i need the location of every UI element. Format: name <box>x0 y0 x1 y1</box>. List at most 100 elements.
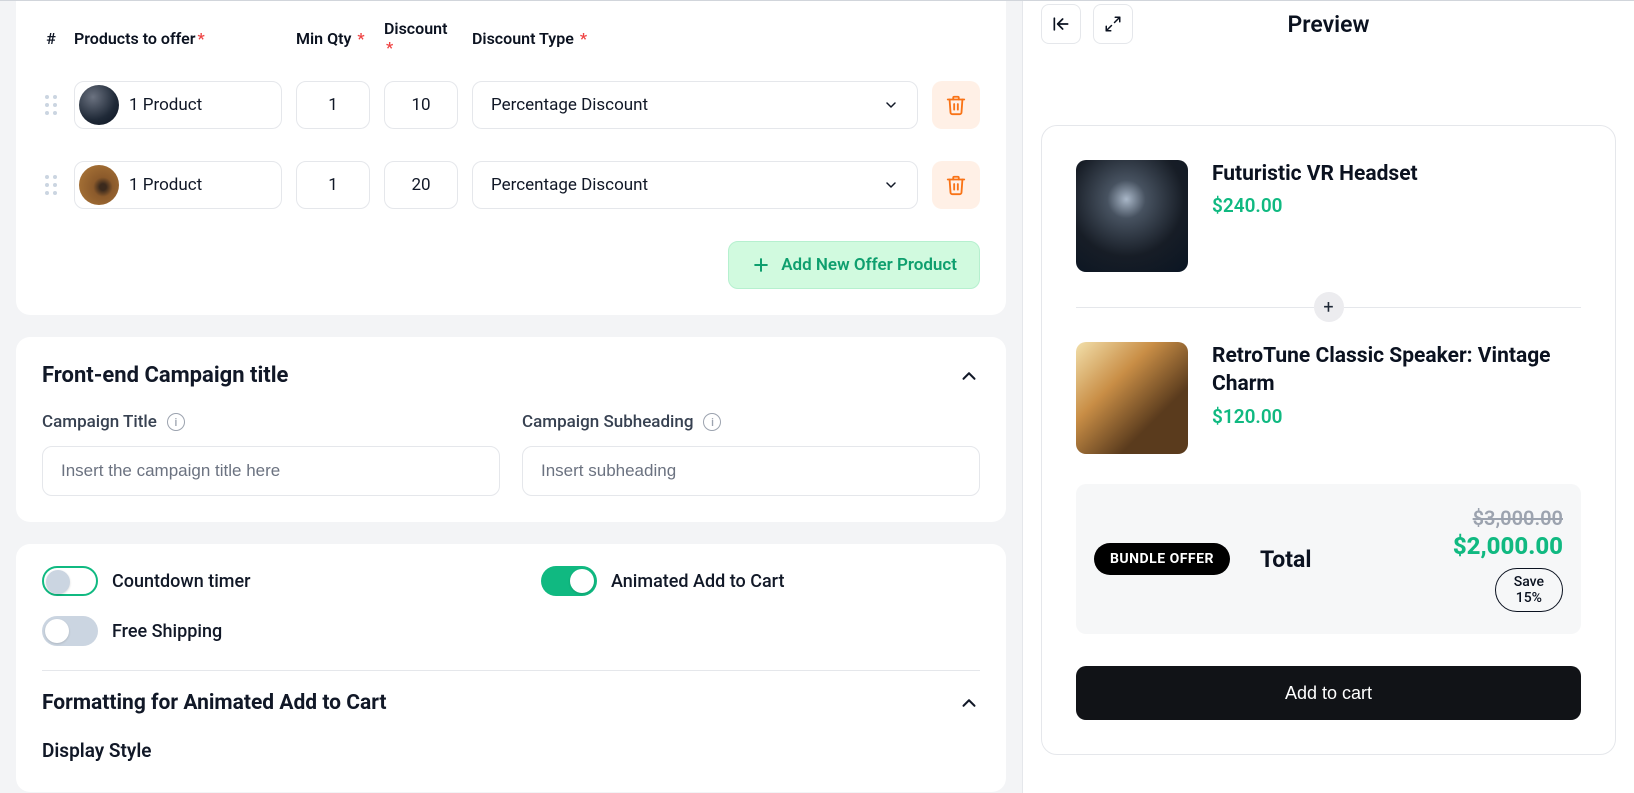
discount-value: 20 <box>411 175 430 195</box>
delete-row-button[interactable] <box>932 81 980 129</box>
col-discount: Discount * <box>384 19 458 57</box>
discount-input[interactable]: 10 <box>384 81 458 129</box>
drag-handle-icon[interactable] <box>42 173 60 197</box>
product-select[interactable]: 1 Product <box>74 161 282 209</box>
col-type-label: Discount Type <box>472 29 574 48</box>
minqty-value: 1 <box>328 175 338 195</box>
discount-input[interactable]: 20 <box>384 161 458 209</box>
divider <box>42 670 980 671</box>
trash-icon <box>945 174 967 196</box>
col-products-label: Products to offer <box>74 29 196 48</box>
product-count-label: 1 Product <box>129 175 202 195</box>
info-icon[interactable]: i <box>703 413 721 431</box>
preview-item: Futuristic VR Headset $240.00 <box>1076 160 1581 272</box>
discount-type-label: Percentage Discount <box>491 95 648 115</box>
format-section-header[interactable]: Formatting for Animated Add to Cart <box>42 677 980 723</box>
add-new-product-label: Add New Offer Product <box>781 255 957 275</box>
campaign-sub-input[interactable] <box>522 446 980 496</box>
col-hash: # <box>42 29 60 48</box>
old-price: $3,000.00 <box>1453 506 1563 530</box>
campaign-card: Front-end Campaign title Campaign Title … <box>16 337 1006 522</box>
main-column: # Products to offer* Min Qty * Discount … <box>0 1 1022 793</box>
animated-label: Animated Add to Cart <box>611 571 784 592</box>
delete-row-button[interactable] <box>932 161 980 209</box>
save-pct: 15% <box>1516 590 1542 606</box>
preview-item-title: Futuristic VR Headset <box>1212 160 1418 188</box>
plus-icon: + <box>1314 292 1344 322</box>
preview-column: Preview Futuristic VR Headset $240.00 + … <box>1022 1 1634 793</box>
product-row: 1 Product 1 20 Percentage Discount <box>42 145 980 225</box>
product-select[interactable]: 1 Product <box>74 81 282 129</box>
fullscreen-button[interactable] <box>1093 4 1133 44</box>
required-star: * <box>580 29 587 48</box>
preview-item: RetroTune Classic Speaker: Vintage Charm… <box>1076 342 1581 454</box>
campaign-title-field: Campaign Title i <box>42 412 500 496</box>
preview-item-image <box>1076 342 1188 454</box>
format-section-title: Formatting for Animated Add to Cart <box>42 691 387 715</box>
required-star: * <box>386 38 393 57</box>
animated-toggle[interactable] <box>541 566 597 596</box>
col-discount-label: Discount <box>384 19 447 38</box>
freeship-toggle[interactable] <box>42 616 98 646</box>
bundle-badge: BUNDLE OFFER <box>1094 543 1230 575</box>
required-star: * <box>357 29 364 48</box>
preview-item-image <box>1076 160 1188 272</box>
save-badge: Save 15% <box>1495 568 1563 612</box>
discount-value: 10 <box>411 95 430 115</box>
product-row: 1 Product 1 10 Percentage Discount <box>42 65 980 145</box>
expand-icon <box>1104 15 1122 33</box>
col-minqty: Min Qty * <box>296 29 370 48</box>
collapse-button[interactable] <box>1041 4 1081 44</box>
col-products: Products to offer* <box>74 29 282 48</box>
discount-type-select[interactable]: Percentage Discount <box>472 81 918 129</box>
products-card: # Products to offer* Min Qty * Discount … <box>16 1 1006 315</box>
chevron-down-icon <box>883 177 899 193</box>
minqty-value: 1 <box>328 95 338 115</box>
preview-item-price: $120.00 <box>1212 405 1581 428</box>
chevron-down-icon <box>883 97 899 113</box>
discount-type-label: Percentage Discount <box>491 175 648 195</box>
total-label: Total <box>1260 546 1311 573</box>
campaign-section-title: Front-end Campaign title <box>42 363 288 388</box>
display-style-title: Display Style <box>42 723 980 766</box>
campaign-title-label: Campaign Title <box>42 412 157 432</box>
campaign-sub-field: Campaign Subheading i <box>522 412 980 496</box>
preview-item-price: $240.00 <box>1212 194 1418 217</box>
countdown-timer-option: Countdown timer <box>42 566 481 596</box>
plus-icon <box>751 255 771 275</box>
trash-icon <box>945 94 967 116</box>
chevron-up-icon <box>958 365 980 387</box>
product-count-label: 1 Product <box>129 95 202 115</box>
add-new-product-button[interactable]: Add New Offer Product <box>728 241 980 289</box>
col-type: Discount Type * <box>472 29 918 48</box>
campaign-title-input[interactable] <box>42 446 500 496</box>
countdown-toggle[interactable] <box>42 566 98 596</box>
col-minqty-label: Min Qty <box>296 29 351 48</box>
preview-card: Futuristic VR Headset $240.00 + RetroTun… <box>1041 125 1616 755</box>
product-thumb <box>79 85 119 125</box>
countdown-label: Countdown timer <box>112 571 250 592</box>
options-card: Countdown timer Animated Add to Cart Fre… <box>16 544 1006 792</box>
preview-item-title: RetroTune Classic Speaker: Vintage Charm <box>1212 342 1581 399</box>
discount-type-select[interactable]: Percentage Discount <box>472 161 918 209</box>
minqty-input[interactable]: 1 <box>296 81 370 129</box>
required-star: * <box>198 29 205 48</box>
new-price: $2,000.00 <box>1453 532 1563 560</box>
campaign-sub-label: Campaign Subheading <box>522 412 693 432</box>
preview-divider: + <box>1076 292 1581 322</box>
free-shipping-option: Free Shipping <box>42 616 511 646</box>
products-header: # Products to offer* Min Qty * Discount … <box>42 13 980 65</box>
freeship-label: Free Shipping <box>112 621 222 642</box>
campaign-section-header[interactable]: Front-end Campaign title <box>42 349 980 398</box>
add-to-cart-button[interactable]: Add to cart <box>1076 666 1581 720</box>
minqty-input[interactable]: 1 <box>296 161 370 209</box>
arrow-bar-left-icon <box>1051 14 1071 34</box>
drag-handle-icon[interactable] <box>42 93 60 117</box>
animated-cart-option: Animated Add to Cart <box>541 566 980 596</box>
product-thumb <box>79 165 119 205</box>
save-word: Save <box>1514 574 1544 590</box>
chevron-up-icon <box>958 692 980 714</box>
preview-total: BUNDLE OFFER Total $3,000.00 $2,000.00 S… <box>1076 484 1581 634</box>
preview-toolbar: Preview <box>1041 1 1616 47</box>
info-icon[interactable]: i <box>167 413 185 431</box>
